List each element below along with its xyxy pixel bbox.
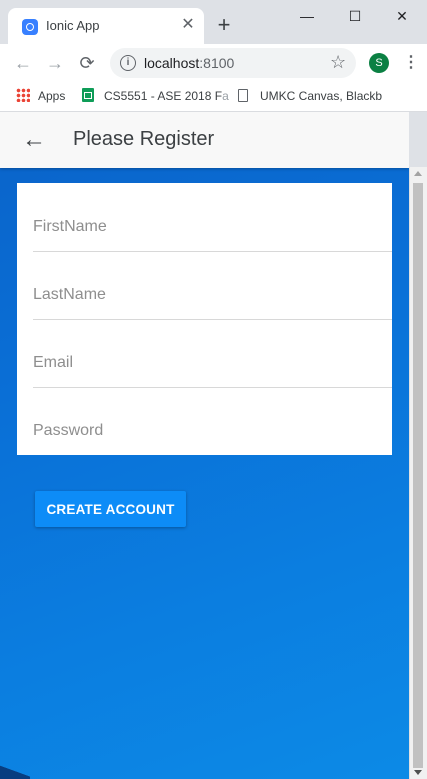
tab-title: Ionic App <box>46 18 100 33</box>
app-header: ← Please Register <box>0 112 409 168</box>
firstname-field <box>33 183 392 252</box>
browser-menu-icon[interactable]: ⋮ <box>403 52 419 74</box>
app-viewport: ← Please Register CREATE ACCOUNT <box>0 112 409 779</box>
bookmark-label: CS5551 - ASE 2018 F <box>104 89 223 103</box>
ionic-favicon-icon <box>22 19 38 35</box>
reload-icon[interactable]: ⟳ <box>76 52 98 74</box>
lastname-input[interactable] <box>33 286 373 304</box>
forward-arrow-icon[interactable]: → <box>44 52 66 74</box>
bookmark-label-fade: a <box>222 89 229 103</box>
scrollbar-thumb[interactable] <box>413 183 423 768</box>
back-arrow-icon[interactable]: ← <box>12 52 34 74</box>
close-window-button[interactable]: ✕ <box>387 6 417 26</box>
bookmarks-bar: Apps CS5551 - ASE 2018 Fa UMKC Canvas, B… <box>0 81 427 112</box>
url-host: localhost <box>144 55 200 71</box>
email-input[interactable] <box>33 354 373 372</box>
bookmark-apps[interactable]: Apps <box>16 87 65 105</box>
scrollbar[interactable] <box>409 167 427 779</box>
bookmark-cs5551[interactable]: CS5551 - ASE 2018 Fa <box>82 87 229 105</box>
create-account-button[interactable]: CREATE ACCOUNT <box>35 491 186 527</box>
maximize-button[interactable]: ☐ <box>340 6 370 26</box>
browser-toolbar: ← → ⟳ i localhost:8100 ☆ S ⋮ <box>0 44 427 81</box>
address-url[interactable]: localhost:8100 <box>144 55 234 71</box>
password-field <box>33 387 392 455</box>
bookmark-umkc-canvas[interactable]: UMKC Canvas, Blackb <box>238 87 382 105</box>
minimize-button[interactable]: — <box>292 6 322 26</box>
url-port: :8100 <box>199 55 235 71</box>
page-title: Please Register <box>73 128 215 150</box>
wallpaper-corner <box>0 757 30 779</box>
scroll-up-arrow-icon[interactable] <box>414 171 422 176</box>
info-icon[interactable]: i <box>120 55 136 71</box>
browser-tab[interactable]: Ionic App ✕ <box>8 8 204 44</box>
password-input[interactable] <box>33 422 373 440</box>
profile-avatar[interactable]: S <box>369 53 389 73</box>
firstname-input[interactable] <box>33 218 373 236</box>
browser-titlebar: Ionic App ✕ + — ☐ ✕ <box>0 0 427 44</box>
tab-close-icon[interactable]: ✕ <box>178 15 198 35</box>
scroll-down-arrow-icon[interactable] <box>414 770 422 775</box>
address-bar[interactable]: i localhost:8100 ☆ <box>110 48 356 78</box>
arrow-back-icon[interactable]: ← <box>20 126 48 154</box>
lastname-field <box>33 251 392 320</box>
apps-grid-icon <box>16 88 30 102</box>
document-icon <box>238 89 248 102</box>
email-field <box>33 319 392 388</box>
bookmark-label: Apps <box>38 89 66 103</box>
bookmark-label: UMKC Canvas, Blackb <box>260 89 383 103</box>
new-tab-button[interactable]: + <box>213 14 235 36</box>
bookmark-star-icon[interactable]: ☆ <box>330 52 346 73</box>
register-form <box>17 183 392 455</box>
sheets-icon <box>82 88 94 102</box>
